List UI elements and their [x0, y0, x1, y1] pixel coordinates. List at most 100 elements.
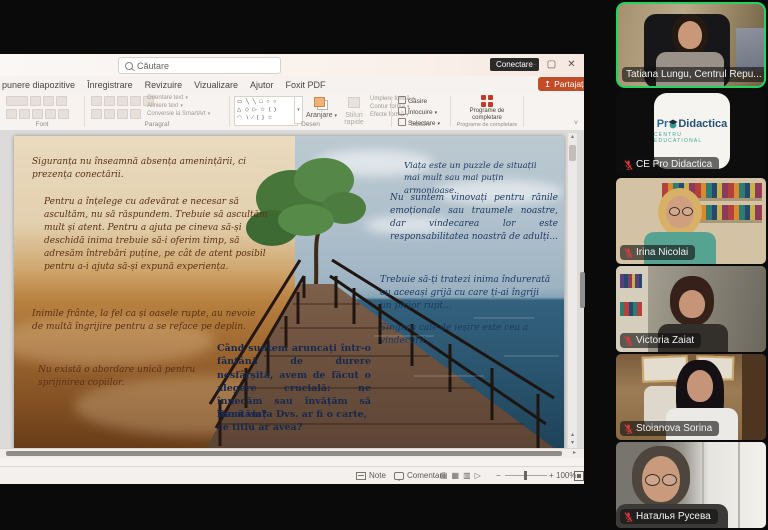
- slide-text-right-2: Nu suntem vinovați pentru rănile emoțion…: [390, 192, 558, 244]
- muted-mic-icon: [624, 511, 633, 523]
- font-controls-disabled-2: [6, 109, 80, 119]
- vertical-scroll-thumb[interactable]: [569, 145, 576, 161]
- scroll-right-icon[interactable]: ▸: [573, 449, 576, 458]
- slide-text-right-3: Trebuie să-ți tratezi inima îndurerată c…: [380, 274, 552, 313]
- cabinet: [742, 354, 766, 440]
- comments-icon: [394, 472, 404, 480]
- drawing-group: ▭ ╲ ╲ □ ○ ○△ ◇ ▷ ☆ ( )◠ ∖ ∕ { } ☆ ▾ Aran…: [230, 93, 391, 129]
- meeting-window: Căutare Conectare — ▢ ✕ punere diapoziti…: [0, 0, 768, 530]
- font-group-label: Font: [0, 121, 84, 128]
- drawing-group-label: Desen: [230, 121, 391, 128]
- logo-text-didactica: Didactica: [678, 118, 727, 130]
- collapse-ribbon-icon[interactable]: ˅: [574, 120, 578, 127]
- participant-tile-victoria-zaiat[interactable]: Victoria Zaiat: [616, 266, 766, 352]
- previous-slide-icon[interactable]: ▴: [568, 431, 577, 439]
- participant-name-label: Irina Nicolai: [620, 245, 695, 260]
- scroll-up-icon[interactable]: ▴: [568, 133, 577, 141]
- powerpoint-window: Căutare Conectare — ▢ ✕ punere diapoziti…: [0, 54, 584, 484]
- text-align-button[interactable]: Aliniere text: [147, 103, 210, 109]
- participant-face: [679, 290, 705, 318]
- notes-icon: [356, 472, 366, 480]
- fit-to-window-button[interactable]: [574, 467, 584, 484]
- participant-tile-ce-pro-didactica[interactable]: Pr Didactica CENTRU EDUCATIONAL: [616, 90, 766, 176]
- slide-text-right-4: Singura cale de ieșire este cea a vindec…: [380, 322, 530, 348]
- muted-mic-icon: [624, 247, 633, 259]
- close-button[interactable]: ✕: [564, 57, 579, 72]
- status-bar: Note Comentarii ▤▦▥▷ − + 100%: [0, 466, 584, 484]
- glasses-icon: [669, 207, 680, 216]
- replace-icon: [398, 107, 406, 115]
- background-shelf: [736, 28, 764, 72]
- replace-button[interactable]: Înlocuire: [398, 107, 440, 116]
- vertical-scrollbar[interactable]: ▴ ▴ ▾ ▾: [567, 132, 578, 456]
- zoom-slider-thumb[interactable]: [524, 471, 527, 480]
- comments-button[interactable]: Comentarii: [394, 467, 446, 484]
- share-icon: ↥: [544, 79, 551, 90]
- paragraph-group: Orientare text Aliniere text Conversie l…: [85, 93, 229, 129]
- slide-text-center-2: Dacă viața Dvs. ar fi o carte, ce titlu …: [217, 408, 367, 435]
- search-input[interactable]: Căutare: [118, 57, 281, 74]
- ppt-title-bar: Căutare Conectare — ▢ ✕: [0, 54, 584, 76]
- tab-view[interactable]: Vizualizare: [188, 80, 244, 90]
- minimize-button[interactable]: —: [524, 57, 539, 72]
- panel-divider-handle[interactable]: [580, 272, 585, 308]
- addins-group: Programe de completare Programe de compl…: [451, 93, 523, 129]
- fit-icon: [574, 471, 584, 481]
- muted-mic-icon: [624, 335, 633, 347]
- participant-name-label: Наталья Русева: [620, 509, 718, 524]
- participant-name-label: Victoria Zaiat: [620, 333, 701, 348]
- logo-text-pro: Pr: [657, 118, 669, 130]
- slide-text-left-3: Inimile frânte, la fel ca și oasele rupt…: [32, 308, 257, 334]
- editing-group: Găsire Înlocuire Selectare Editare: [392, 93, 450, 129]
- next-slide-icon[interactable]: ▾: [568, 439, 577, 447]
- quick-styles-icon: [348, 97, 360, 108]
- participant-name-label: Stoianova Sorina: [620, 421, 719, 436]
- participant-tile-stoianova-sorina[interactable]: Stoianova Sorina: [616, 354, 766, 440]
- muted-mic-icon: [624, 423, 633, 435]
- participants-sidebar: Tatiana Lungu, Centrul Repu... Pr Didact…: [614, 0, 768, 530]
- tab-foxit-pdf[interactable]: Foxit PDF: [279, 80, 331, 90]
- editing-group-label: Editare: [392, 121, 450, 128]
- participant-tile-irina-nicolai[interactable]: Irina Nicolai: [616, 178, 766, 264]
- graduation-cap-icon: [668, 119, 678, 129]
- zoom-in-button[interactable]: +: [549, 467, 554, 484]
- smartart-convert-button[interactable]: Conversie la SmartArt: [147, 111, 210, 117]
- muted-mic-icon: [624, 159, 633, 171]
- logo-subtitle: CENTRU EDUCATIONAL: [654, 132, 730, 144]
- ribbon: Font Orientare text Aliniere text Conver…: [0, 93, 584, 131]
- participant-tile-tatiana-lungu[interactable]: Tatiana Lungu, Centrul Repu...: [616, 2, 766, 88]
- addins-group-label: Programe de completare: [451, 122, 523, 128]
- participant-name-label: Tatiana Lungu, Centrul Repu...: [622, 67, 766, 82]
- slide-text-left-4: Nu există o abordare unică pentru spriji…: [38, 364, 198, 390]
- search-placeholder: Căutare: [137, 61, 169, 71]
- find-icon: [398, 96, 406, 104]
- ribbon-tab-row: punere diapozitive Înregistrare Revizuir…: [0, 76, 584, 93]
- zoom-out-button[interactable]: −: [496, 467, 501, 484]
- tab-review[interactable]: Revizuire: [139, 80, 189, 90]
- slide[interactable]: Siguranța nu înseamnă absența amenințări…: [14, 136, 564, 452]
- notes-button[interactable]: Note: [356, 467, 386, 484]
- find-button[interactable]: Găsire: [398, 96, 440, 105]
- window-frame: [738, 442, 740, 528]
- share-button[interactable]: ↥ Partajați ▾: [538, 77, 584, 91]
- arrange-icon: [314, 97, 325, 107]
- paragraph-group-label: Paragraf: [85, 121, 229, 128]
- tab-record[interactable]: Înregistrare: [81, 80, 139, 90]
- horizontal-scroll-thumb[interactable]: [6, 451, 562, 456]
- slide-canvas: Siguranța nu înseamnă absența amenințări…: [0, 130, 584, 458]
- font-controls-disabled: [6, 96, 80, 106]
- addins-button[interactable]: Programe de completare: [461, 95, 513, 122]
- arrange-button[interactable]: Aranjare: [306, 95, 336, 119]
- text-orientation-button[interactable]: Orientare text: [147, 95, 210, 101]
- participant-tile-natalya-ruseva[interactable]: Наталья Русева: [616, 442, 766, 528]
- horizontal-scrollbar[interactable]: ▸: [0, 448, 584, 458]
- tab-help[interactable]: Ajutor: [244, 80, 280, 90]
- restore-button[interactable]: ▢: [544, 57, 559, 72]
- tab-slideshow[interactable]: punere diapozitive: [0, 80, 81, 90]
- view-switcher[interactable]: ▤▦▥▷: [440, 467, 485, 484]
- addins-icon: [481, 95, 493, 107]
- shapes-gallery-scroll[interactable]: ▾: [294, 96, 303, 124]
- font-group: Font: [0, 93, 84, 129]
- participant-face: [678, 21, 702, 49]
- participant-name-label: CE Pro Didactica: [620, 157, 719, 172]
